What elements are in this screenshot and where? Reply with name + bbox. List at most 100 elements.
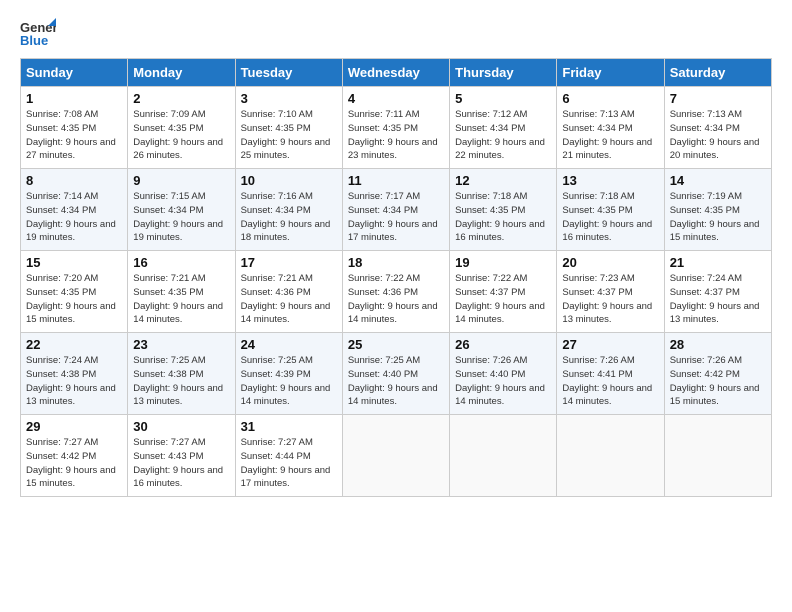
day-detail: Sunrise: 7:21 AMSunset: 4:36 PMDaylight:… — [241, 272, 337, 327]
day-number: 3 — [241, 91, 337, 106]
day-detail: Sunrise: 7:12 AMSunset: 4:34 PMDaylight:… — [455, 108, 551, 163]
day-cell-13: 13 Sunrise: 7:18 AMSunset: 4:35 PMDayligh… — [557, 169, 664, 251]
day-detail: Sunrise: 7:25 AMSunset: 4:40 PMDaylight:… — [348, 354, 444, 409]
day-detail: Sunrise: 7:24 AMSunset: 4:37 PMDaylight:… — [670, 272, 766, 327]
day-number: 6 — [562, 91, 658, 106]
day-number: 17 — [241, 255, 337, 270]
day-cell-7: 7 Sunrise: 7:13 AMSunset: 4:34 PMDaylight… — [664, 87, 771, 169]
day-number: 16 — [133, 255, 229, 270]
day-number: 10 — [241, 173, 337, 188]
week-row-1: 1 Sunrise: 7:08 AMSunset: 4:35 PMDaylight… — [21, 87, 772, 169]
week-row-3: 15Sunrise: 7:20 AMSunset: 4:35 PMDayligh… — [21, 251, 772, 333]
day-number: 11 — [348, 173, 444, 188]
col-header-thursday: Thursday — [450, 59, 557, 87]
day-cell-26: 26Sunrise: 7:26 AMSunset: 4:40 PMDayligh… — [450, 333, 557, 415]
day-detail: Sunrise: 7:13 AMSunset: 4:34 PMDaylight:… — [670, 108, 766, 163]
day-cell-21: 21Sunrise: 7:24 AMSunset: 4:37 PMDayligh… — [664, 251, 771, 333]
day-detail: Sunrise: 7:27 AMSunset: 4:42 PMDaylight:… — [26, 436, 122, 491]
day-detail: Sunrise: 7:10 AMSunset: 4:35 PMDaylight:… — [241, 108, 337, 163]
day-cell-22: 22 Sunrise: 7:24 AMSunset: 4:38 PMDayligh… — [21, 333, 128, 415]
day-cell-16: 16Sunrise: 7:21 AMSunset: 4:35 PMDayligh… — [128, 251, 235, 333]
day-detail: Sunrise: 7:26 AMSunset: 4:42 PMDaylight:… — [670, 354, 766, 409]
day-number: 7 — [670, 91, 766, 106]
day-cell-1: 1 Sunrise: 7:08 AMSunset: 4:35 PMDaylight… — [21, 87, 128, 169]
day-detail: Sunrise: 7:14 AMSunset: 4:34 PMDaylight:… — [26, 190, 122, 245]
day-cell-5: 5 Sunrise: 7:12 AMSunset: 4:34 PMDaylight… — [450, 87, 557, 169]
col-header-saturday: Saturday — [664, 59, 771, 87]
day-detail: Sunrise: 7:25 AMSunset: 4:38 PMDaylight:… — [133, 354, 229, 409]
day-number: 29 — [26, 419, 122, 434]
day-number: 1 — [26, 91, 122, 106]
col-header-friday: Friday — [557, 59, 664, 87]
day-detail: Sunrise: 7:18 AMSunset: 4:35 PMDaylight:… — [562, 190, 658, 245]
page: General Blue SundayMondayTuesdayWednesda… — [0, 0, 792, 612]
day-cell-20: 20 Sunrise: 7:23 AMSunset: 4:37 PMDayligh… — [557, 251, 664, 333]
col-header-sunday: Sunday — [21, 59, 128, 87]
day-detail: Sunrise: 7:13 AMSunset: 4:34 PMDaylight:… — [562, 108, 658, 163]
day-number: 25 — [348, 337, 444, 352]
day-cell-14: 14Sunrise: 7:19 AMSunset: 4:35 PMDayligh… — [664, 169, 771, 251]
day-number: 9 — [133, 173, 229, 188]
day-cell-27: 27 Sunrise: 7:26 AMSunset: 4:41 PMDayligh… — [557, 333, 664, 415]
day-number: 15 — [26, 255, 122, 270]
day-cell-18: 18Sunrise: 7:22 AMSunset: 4:36 PMDayligh… — [342, 251, 449, 333]
day-cell-2: 2 Sunrise: 7:09 AMSunset: 4:35 PMDaylight… — [128, 87, 235, 169]
day-detail: Sunrise: 7:23 AMSunset: 4:37 PMDaylight:… — [562, 272, 658, 327]
day-cell-6: 6 Sunrise: 7:13 AMSunset: 4:34 PMDaylight… — [557, 87, 664, 169]
day-number: 12 — [455, 173, 551, 188]
day-number: 23 — [133, 337, 229, 352]
day-detail: Sunrise: 7:22 AMSunset: 4:36 PMDaylight:… — [348, 272, 444, 327]
day-detail: Sunrise: 7:08 AMSunset: 4:35 PMDaylight:… — [26, 108, 122, 163]
day-cell-23: 23 Sunrise: 7:25 AMSunset: 4:38 PMDayligh… — [128, 333, 235, 415]
day-number: 27 — [562, 337, 658, 352]
day-detail: Sunrise: 7:11 AMSunset: 4:35 PMDaylight:… — [348, 108, 444, 163]
empty-cell — [450, 415, 557, 497]
week-row-5: 29 Sunrise: 7:27 AMSunset: 4:42 PMDayligh… — [21, 415, 772, 497]
week-row-2: 8 Sunrise: 7:14 AMSunset: 4:34 PMDaylight… — [21, 169, 772, 251]
day-detail: Sunrise: 7:19 AMSunset: 4:35 PMDaylight:… — [670, 190, 766, 245]
day-number: 20 — [562, 255, 658, 270]
week-row-4: 22 Sunrise: 7:24 AMSunset: 4:38 PMDayligh… — [21, 333, 772, 415]
day-detail: Sunrise: 7:15 AMSunset: 4:34 PMDaylight:… — [133, 190, 229, 245]
day-number: 8 — [26, 173, 122, 188]
col-header-tuesday: Tuesday — [235, 59, 342, 87]
day-cell-12: 12 Sunrise: 7:18 AMSunset: 4:35 PMDayligh… — [450, 169, 557, 251]
day-detail: Sunrise: 7:09 AMSunset: 4:35 PMDaylight:… — [133, 108, 229, 163]
day-detail: Sunrise: 7:16 AMSunset: 4:34 PMDaylight:… — [241, 190, 337, 245]
header: General Blue — [20, 18, 772, 48]
col-header-wednesday: Wednesday — [342, 59, 449, 87]
empty-cell — [342, 415, 449, 497]
day-cell-8: 8 Sunrise: 7:14 AMSunset: 4:34 PMDaylight… — [21, 169, 128, 251]
day-number: 5 — [455, 91, 551, 106]
day-cell-9: 9 Sunrise: 7:15 AMSunset: 4:34 PMDaylight… — [128, 169, 235, 251]
day-detail: Sunrise: 7:24 AMSunset: 4:38 PMDaylight:… — [26, 354, 122, 409]
day-detail: Sunrise: 7:26 AMSunset: 4:40 PMDaylight:… — [455, 354, 551, 409]
day-cell-11: 11 Sunrise: 7:17 AMSunset: 4:34 PMDayligh… — [342, 169, 449, 251]
day-detail: Sunrise: 7:27 AMSunset: 4:44 PMDaylight:… — [241, 436, 337, 491]
day-detail: Sunrise: 7:26 AMSunset: 4:41 PMDaylight:… — [562, 354, 658, 409]
header-row: SundayMondayTuesdayWednesdayThursdayFrid… — [21, 59, 772, 87]
day-detail: Sunrise: 7:18 AMSunset: 4:35 PMDaylight:… — [455, 190, 551, 245]
empty-cell — [557, 415, 664, 497]
empty-cell — [664, 415, 771, 497]
day-number: 22 — [26, 337, 122, 352]
calendar-table: SundayMondayTuesdayWednesdayThursdayFrid… — [20, 58, 772, 497]
day-cell-29: 29 Sunrise: 7:27 AMSunset: 4:42 PMDayligh… — [21, 415, 128, 497]
day-detail: Sunrise: 7:17 AMSunset: 4:34 PMDaylight:… — [348, 190, 444, 245]
logo-icon: General Blue — [20, 18, 56, 48]
day-cell-25: 25 Sunrise: 7:25 AMSunset: 4:40 PMDayligh… — [342, 333, 449, 415]
day-detail: Sunrise: 7:27 AMSunset: 4:43 PMDaylight:… — [133, 436, 229, 491]
day-number: 13 — [562, 173, 658, 188]
day-number: 2 — [133, 91, 229, 106]
day-cell-4: 4 Sunrise: 7:11 AMSunset: 4:35 PMDaylight… — [342, 87, 449, 169]
day-cell-30: 30 Sunrise: 7:27 AMSunset: 4:43 PMDayligh… — [128, 415, 235, 497]
day-number: 31 — [241, 419, 337, 434]
day-cell-17: 17 Sunrise: 7:21 AMSunset: 4:36 PMDayligh… — [235, 251, 342, 333]
logo: General Blue — [20, 18, 56, 48]
day-cell-24: 24Sunrise: 7:25 AMSunset: 4:39 PMDayligh… — [235, 333, 342, 415]
day-cell-3: 3 Sunrise: 7:10 AMSunset: 4:35 PMDaylight… — [235, 87, 342, 169]
day-number: 30 — [133, 419, 229, 434]
day-number: 4 — [348, 91, 444, 106]
day-cell-15: 15Sunrise: 7:20 AMSunset: 4:35 PMDayligh… — [21, 251, 128, 333]
day-cell-19: 19Sunrise: 7:22 AMSunset: 4:37 PMDayligh… — [450, 251, 557, 333]
